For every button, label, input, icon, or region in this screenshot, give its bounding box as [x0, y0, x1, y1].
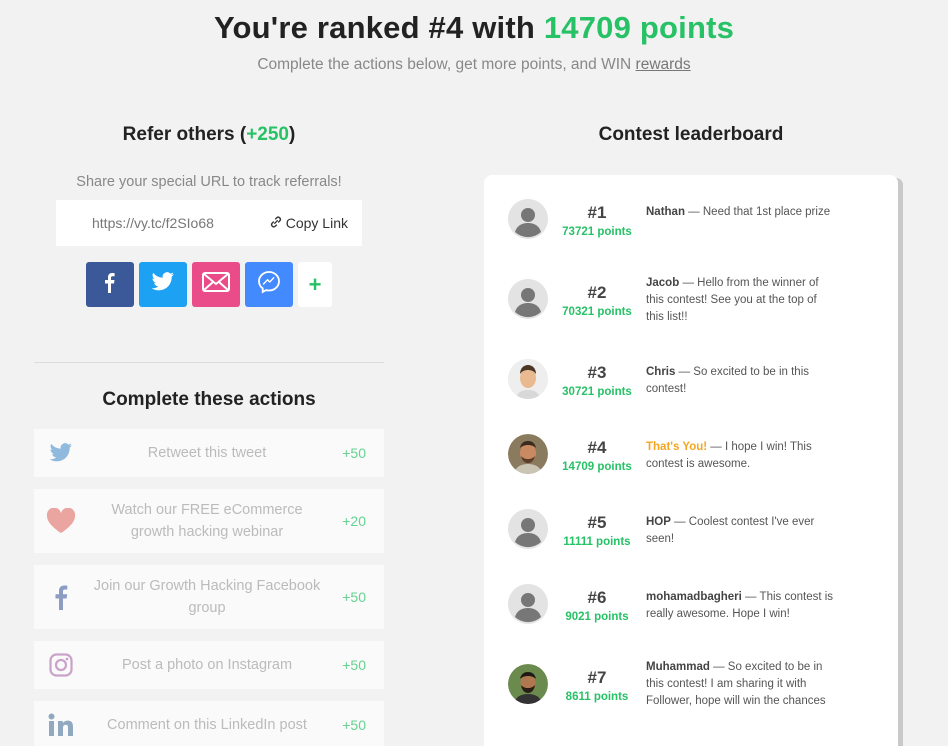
facebook-icon [100, 271, 120, 298]
twitter-icon [151, 272, 175, 297]
rank-block: #4 14709 points [558, 438, 636, 473]
entry-name: Muhammad [646, 661, 710, 673]
entry-comment: mohamadbagheri — This contest is really … [646, 589, 836, 623]
refer-title-suffix: ) [289, 124, 296, 145]
actions-title: Complete these actions [102, 389, 316, 410]
action-label: Join our Growth Hacking Facebook group [93, 578, 321, 616]
action-linkedin[interactable]: Comment on this LinkedIn post +50 [34, 701, 384, 746]
mail-icon [202, 272, 230, 297]
action-retweet[interactable]: Retweet this tweet +50 [34, 429, 384, 477]
share-twitter-button[interactable] [139, 262, 187, 307]
action-label: Comment on this LinkedIn post [107, 717, 307, 733]
rank: #5 [587, 513, 607, 532]
entry-name: mohamadbagheri [646, 591, 742, 603]
copy-link-button[interactable]: Copy Link [269, 215, 348, 232]
avatar [508, 664, 548, 704]
entry-comment: HOP — Coolest contest I've ever seen! [646, 514, 836, 548]
rank-block: #1 73721 points [558, 203, 636, 238]
page-subtitle: Complete the actions below, get more poi… [0, 56, 948, 74]
hero: You're ranked #4 with 14709 points Compl… [0, 10, 948, 74]
action-label: Retweet this tweet [147, 445, 267, 461]
leaderboard: #1 73721 points Nathan — Need that 1st p… [484, 175, 898, 746]
rank: #6 [587, 588, 607, 607]
referral-url-box: https://vy.tc/f2SIo68 Copy Link [56, 200, 362, 246]
entry-points: 14709 points [562, 461, 632, 473]
action-webinar[interactable]: Watch our FREE eCommerce growth hacking … [34, 489, 384, 553]
instagram-icon [46, 653, 76, 677]
share-messenger-button[interactable] [245, 262, 293, 307]
action-label: Watch our FREE eCommerce growth hacking … [111, 502, 303, 540]
entry-points: 70321 points [562, 306, 632, 318]
entry-points: 8611 points [565, 691, 629, 703]
entry-name: That's You! [646, 441, 708, 453]
leaderboard-title: Contest leaderboard [598, 124, 784, 145]
action-points: +50 [342, 717, 366, 733]
action-label: Post a photo on Instagram [121, 657, 293, 673]
referral-url[interactable]: https://vy.tc/f2SIo68 [92, 215, 214, 231]
copy-link-label: Copy Link [285, 215, 348, 231]
entry-name: Nathan [646, 206, 685, 218]
rank-block: #5 11111 points [558, 513, 636, 548]
entry-message: — Coolest contest I've ever seen! [646, 516, 815, 545]
rank: #1 [587, 203, 607, 222]
entry-points: 9021 points [565, 611, 629, 623]
refer-title: Refer others (+250) [34, 124, 384, 146]
refer-bonus: +250 [246, 124, 289, 145]
messenger-icon [257, 270, 281, 299]
action-points: +50 [342, 445, 366, 461]
facebook-icon [46, 584, 76, 610]
entry-points: 11111 points [563, 536, 631, 548]
entry-comment: Muhammad — So excited to be in this cont… [646, 659, 836, 710]
avatar [508, 199, 548, 239]
entry-name: Jacob [646, 277, 680, 289]
share-buttons: + [34, 262, 384, 307]
refer-title-text: Refer others ( [122, 124, 247, 145]
action-points: +50 [342, 589, 366, 605]
rank-block: #2 70321 points [558, 283, 636, 318]
share-instructions: Share your special URL to track referral… [76, 174, 342, 190]
entry-name: HOP [646, 516, 671, 528]
rank: #3 [587, 363, 607, 382]
avatar [508, 359, 548, 399]
subtitle-text: Complete the actions below, get more poi… [257, 56, 636, 73]
title-prefix: You're ranked #4 with [213, 10, 544, 45]
entry-message: — Need that 1st place prize [684, 206, 831, 218]
rank: #2 [587, 283, 607, 302]
share-more-button[interactable]: + [298, 262, 332, 307]
divider [34, 362, 384, 363]
linkedin-icon [46, 713, 76, 737]
action-facebook-group[interactable]: Join our Growth Hacking Facebook group +… [34, 565, 384, 629]
rank-block: #7 8611 points [558, 668, 636, 703]
left-column: Refer others (+250) Share your special U… [34, 118, 384, 746]
share-facebook-button[interactable] [86, 262, 134, 307]
rank: #4 [587, 438, 607, 457]
entry-points: 30721 points [562, 386, 632, 398]
avatar [508, 279, 548, 319]
entry-comment: Nathan — Need that 1st place prize [646, 204, 836, 221]
rank: #7 [587, 668, 607, 687]
entry-comment: Chris — So excited to be in this contest… [646, 364, 836, 398]
avatar [508, 584, 548, 624]
entry-points: 73721 points [562, 226, 632, 238]
link-icon [269, 215, 283, 232]
action-points: +50 [342, 657, 366, 673]
twitter-icon [46, 443, 76, 463]
share-email-button[interactable] [192, 262, 240, 307]
rank-block: #6 9021 points [558, 588, 636, 623]
action-instagram[interactable]: Post a photo on Instagram +50 [34, 641, 384, 689]
user-points: 14709 points [543, 10, 735, 45]
avatar [508, 509, 548, 549]
rank-block: #3 30721 points [558, 363, 636, 398]
entry-name: Chris [646, 366, 676, 378]
entry-comment: That's You! — I hope I win! This contest… [646, 439, 836, 473]
action-list: Retweet this tweet +50 Watch our FREE eC… [34, 429, 384, 746]
page-title: You're ranked #4 with 14709 points [0, 10, 948, 46]
action-points: +20 [342, 513, 366, 529]
entry-comment: Jacob — Hello from the winner of this co… [646, 275, 836, 326]
heart-icon [46, 508, 76, 534]
rewards-link[interactable]: rewards [636, 56, 691, 73]
avatar [508, 434, 548, 474]
